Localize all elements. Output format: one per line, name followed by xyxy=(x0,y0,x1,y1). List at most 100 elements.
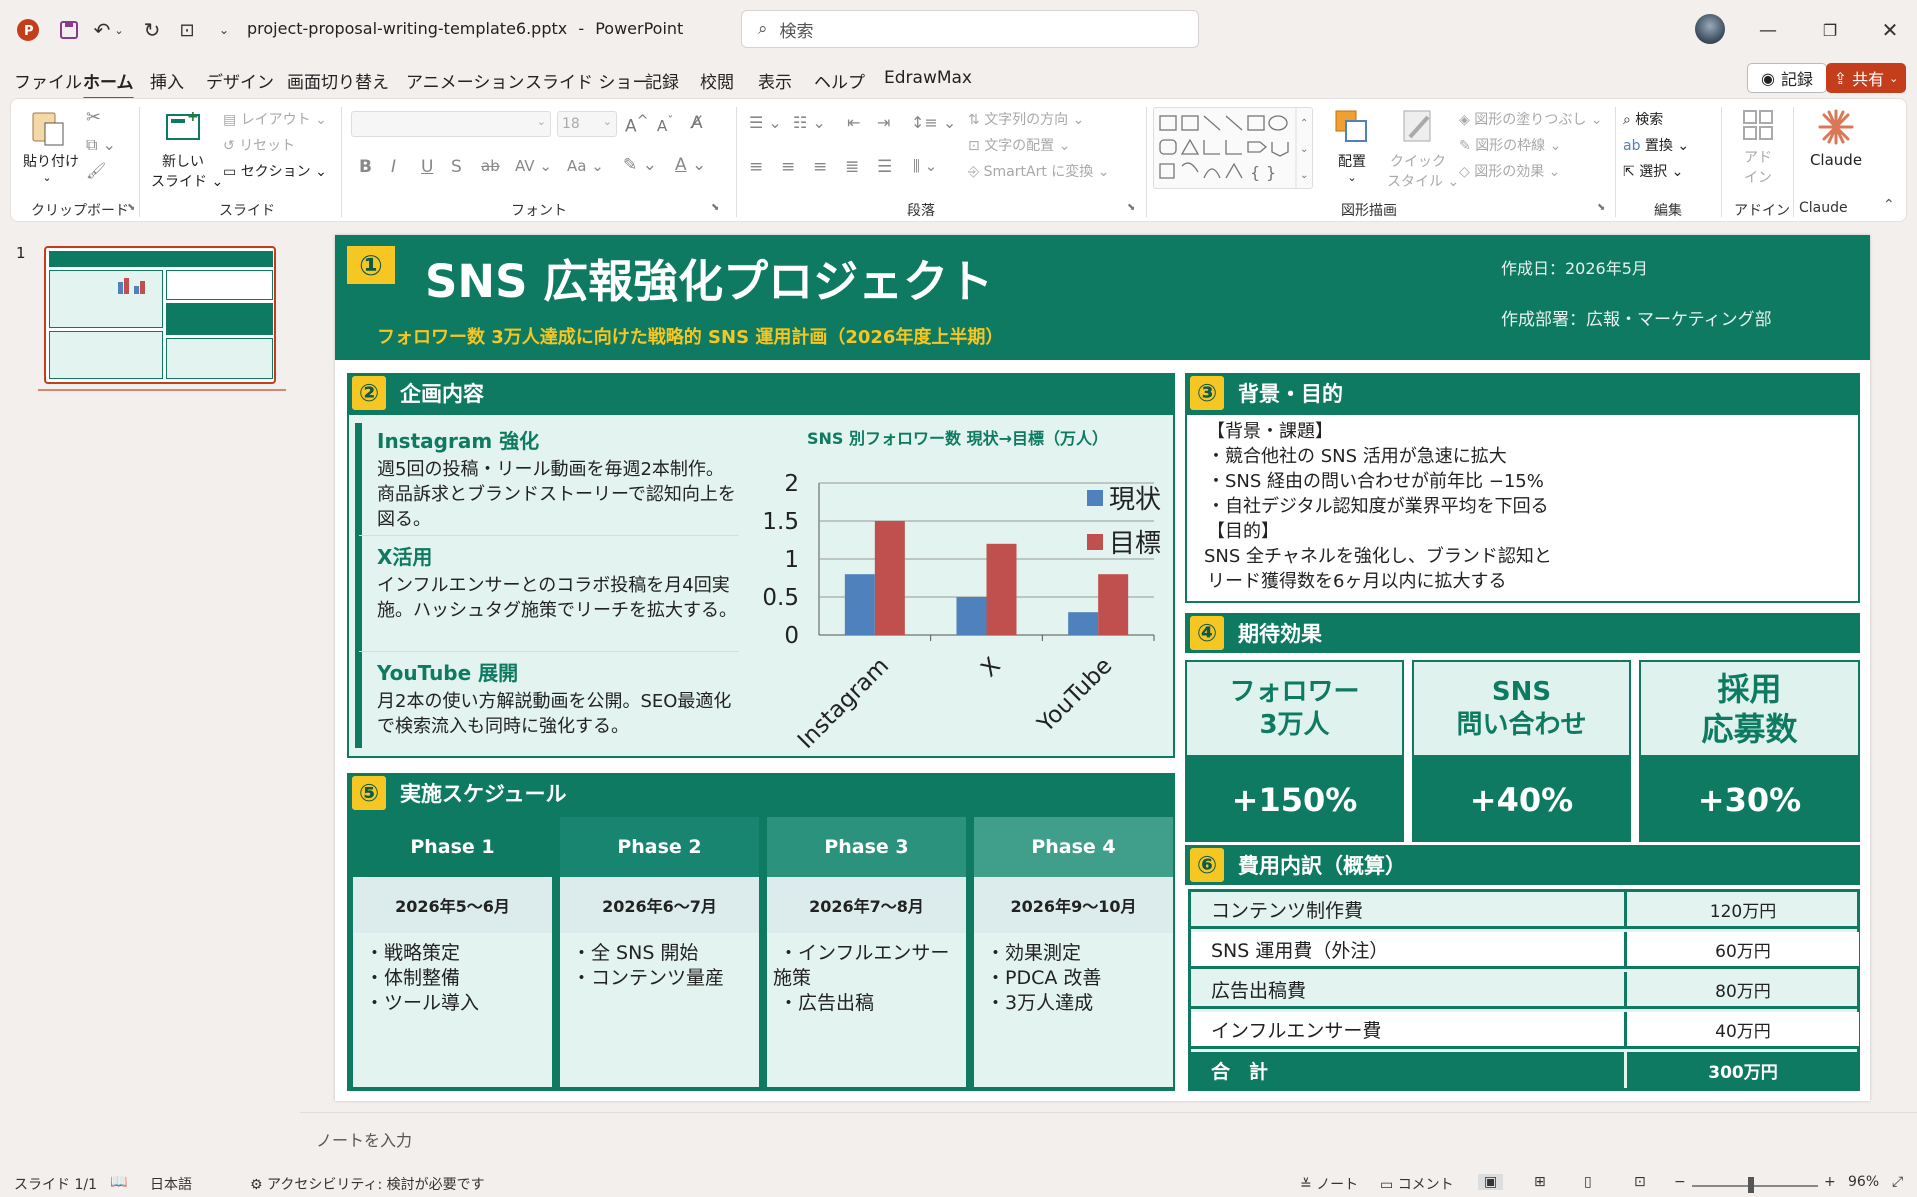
shape-effect-button[interactable]: ◇ 図形の効果 ⌄ xyxy=(1459,161,1560,181)
menu-design[interactable]: デザイン xyxy=(206,68,274,93)
shapes-gallery[interactable]: {} ⌃ ⌄ ⌄ xyxy=(1153,107,1313,189)
zoom-in-icon[interactable]: + xyxy=(1824,1174,1836,1190)
find-button[interactable]: ⌕ 検索 xyxy=(1623,109,1663,129)
notes-pane[interactable]: ノートを入力 xyxy=(300,1112,1917,1164)
menu-edrawmax[interactable]: EdrawMax xyxy=(884,68,972,88)
file-name: project-proposal-writing-template6.pptx xyxy=(247,19,568,38)
replace-button[interactable]: ab 置換 ⌄ xyxy=(1623,135,1689,155)
fit-slide-icon[interactable]: ⤢ xyxy=(1892,1174,1903,1190)
char-spacing-icon[interactable]: AV ⌄ xyxy=(515,157,552,175)
align-right-icon[interactable]: ≡ xyxy=(813,157,827,177)
italic-icon[interactable]: I xyxy=(391,157,396,177)
bold-icon[interactable]: B xyxy=(359,157,372,177)
font-expand-icon[interactable]: ⬊ xyxy=(711,202,719,213)
redo-icon[interactable]: ↻ xyxy=(138,16,166,44)
undo-dropdown-icon[interactable]: ⌄ xyxy=(112,16,126,44)
copy-icon[interactable]: ⧉ ⌄ xyxy=(86,135,116,155)
menu-slideshow[interactable]: スライド ショー xyxy=(525,68,649,93)
slide-thumbnail[interactable] xyxy=(44,246,276,384)
maximize-icon[interactable]: ❐ xyxy=(1816,16,1844,44)
line-spacing-icon[interactable]: ↕≡ ⌄ xyxy=(911,113,956,132)
text-align-button[interactable]: ⊡ 文字の配置 ⌄ xyxy=(968,135,1070,155)
numbering-icon[interactable]: ☷ ⌄ xyxy=(793,113,826,132)
shadow-icon[interactable]: S xyxy=(451,157,462,177)
strikethrough-icon[interactable]: ab xyxy=(481,157,500,175)
y-tick-label: 1.5 xyxy=(762,509,799,535)
minimize-icon[interactable]: — xyxy=(1754,16,1782,44)
highlight-icon[interactable]: ✎ ⌄ xyxy=(623,155,657,175)
zoom-out-icon[interactable]: − xyxy=(1674,1174,1686,1190)
clipboard-expand-icon[interactable]: ⬊ xyxy=(127,202,135,213)
menu-insert[interactable]: 挿入 xyxy=(150,68,184,93)
drawing-expand-icon[interactable]: ⬊ xyxy=(1597,202,1605,213)
reset-button[interactable]: ↺ リセット xyxy=(223,135,295,155)
change-case-icon[interactable]: Aa ⌄ xyxy=(567,157,604,175)
phase-tasks: ・効果測定 ・PDCA 改善 ・3万人達成 xyxy=(986,941,1169,1016)
close-icon[interactable]: ✕ xyxy=(1876,16,1904,44)
slide-canvas[interactable]: ① SNS 広報強化プロジェクト フォロワー数 3万人達成に向けた戦略的 SNS… xyxy=(335,235,1870,1101)
comments-button[interactable]: ▭ コメント xyxy=(1380,1174,1454,1194)
reading-view-icon[interactable]: ▯ xyxy=(1584,1174,1592,1190)
justify-icon[interactable]: ≣ xyxy=(845,157,859,177)
search-box[interactable]: ⌕ 検索 xyxy=(741,10,1199,48)
font-color-icon[interactable]: A ⌄ xyxy=(675,155,706,175)
increase-indent-icon[interactable]: ⇥ xyxy=(877,113,890,132)
cut-icon[interactable]: ✂ xyxy=(86,107,101,128)
font-size-select[interactable]: 18 ⌄ xyxy=(557,111,617,137)
zoom-slider[interactable] xyxy=(1692,1185,1818,1187)
new-slide-button[interactable]: + 新しい スライド ⌄ xyxy=(151,107,223,191)
columns-icon[interactable]: ⫼ ⌄ xyxy=(913,157,937,175)
spellcheck-icon[interactable]: 📖 xyxy=(110,1174,127,1190)
group-label-slides: スライド xyxy=(219,203,275,219)
zoom-slider-thumb[interactable] xyxy=(1748,1177,1754,1193)
avatar[interactable] xyxy=(1695,14,1725,44)
present-icon[interactable]: ⊡ xyxy=(173,16,201,44)
align-center-icon[interactable]: ≡ xyxy=(781,157,795,177)
slideshow-view-icon[interactable]: ⊡ xyxy=(1634,1174,1646,1190)
select-button[interactable]: ⇱ 選択 ⌄ xyxy=(1623,161,1683,181)
font-name-select[interactable]: ⌄ xyxy=(351,111,551,137)
align-left-icon[interactable]: ≡ xyxy=(749,157,763,177)
paragraph-expand-icon[interactable]: ⬊ xyxy=(1127,202,1135,213)
font-grow-icon[interactable]: A^ xyxy=(625,113,649,137)
clear-format-icon[interactable]: A̸ xyxy=(691,113,703,133)
decrease-indent-icon[interactable]: ⇤ xyxy=(847,113,860,132)
font-shrink-icon[interactable]: Aˇ xyxy=(657,113,674,135)
zoom-level[interactable]: 96% xyxy=(1848,1174,1879,1190)
effect-card-label: SNS 問い合わせ xyxy=(1412,660,1631,757)
layout-button[interactable]: ▤ レイアウト ⌄ xyxy=(223,109,327,129)
menu-file[interactable]: ファイル xyxy=(14,68,82,93)
paste-button[interactable]: 貼り付け ⌄ xyxy=(23,107,79,187)
arrange-button[interactable]: 配置 ⌄ xyxy=(1327,107,1377,184)
addin-button[interactable]: アド イン xyxy=(1733,107,1783,187)
menu-record[interactable]: 記録 xyxy=(645,68,679,93)
collapse-ribbon-icon[interactable]: ⌃ xyxy=(1883,197,1895,213)
menu-help[interactable]: ヘルプ xyxy=(814,68,865,93)
distribute-icon[interactable]: ☰ xyxy=(877,157,892,177)
background-line: ・SNS 経由の問い合わせが前年比 −15% xyxy=(1207,471,1544,492)
menu-home[interactable]: ホーム xyxy=(83,68,134,100)
format-painter-icon[interactable]: 🖌 xyxy=(86,161,106,180)
language-indicator[interactable]: 日本語 xyxy=(150,1174,192,1194)
customize-toolbar-icon[interactable]: ⌄ xyxy=(210,16,238,44)
claude-button[interactable]: Claude xyxy=(1801,107,1871,169)
bullets-icon[interactable]: ☰ ⌄ xyxy=(749,113,782,132)
share-button[interactable]: ⇪ 共有 ⌄ xyxy=(1826,63,1906,93)
menu-view[interactable]: 表示 xyxy=(758,68,792,93)
quick-style-button[interactable]: クイック スタイル ⌄ xyxy=(1387,107,1459,191)
notes-button[interactable]: ≚ ノート xyxy=(1300,1174,1358,1194)
section-button[interactable]: ▭ セクション ⌄ xyxy=(223,161,327,181)
menu-animations[interactable]: アニメーション xyxy=(406,68,524,93)
record-button[interactable]: ◉ 記録 xyxy=(1747,63,1827,93)
underline-icon[interactable]: U xyxy=(421,157,433,177)
sorter-view-icon[interactable]: ⊞ xyxy=(1534,1174,1546,1190)
smartart-button[interactable]: ⎆ SmartArt に変換 ⌄ xyxy=(968,161,1109,181)
text-direction-button[interactable]: ⇅ 文字列の方向 ⌄ xyxy=(968,109,1084,129)
accessibility-button[interactable]: ⚙ アクセシビリティ: 検討が必要です xyxy=(250,1174,485,1194)
shape-fill-button[interactable]: ◈ 図形の塗りつぶし ⌄ xyxy=(1459,109,1603,129)
normal-view-icon[interactable]: ▣ xyxy=(1478,1174,1504,1190)
menu-transitions[interactable]: 画面切り替え xyxy=(287,68,389,93)
save-icon[interactable] xyxy=(55,16,83,44)
menu-review[interactable]: 校閲 xyxy=(700,68,734,93)
shape-outline-button[interactable]: ✎ 図形の枠線 ⌄ xyxy=(1459,135,1561,155)
